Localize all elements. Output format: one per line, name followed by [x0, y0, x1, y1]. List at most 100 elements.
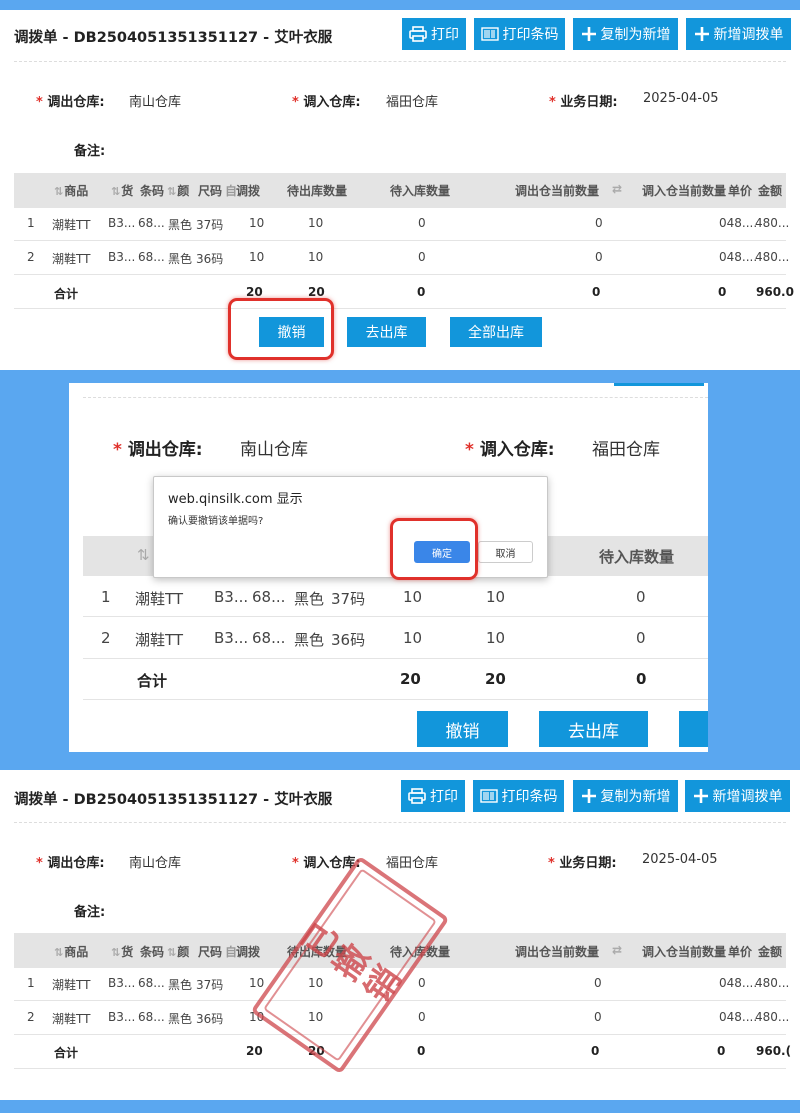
cell-price: 048.... [719, 976, 758, 990]
add-transfer-button[interactable]: 新增调拨单 [686, 18, 791, 50]
col-size: 尺码 [198, 184, 223, 198]
total-in-qty: 0 [718, 285, 727, 299]
row-divider [14, 1034, 786, 1035]
total-pending-in: 0 [417, 285, 426, 299]
cell-transfer[interactable]: 10 [249, 216, 264, 230]
sort-icon: ⇅ [111, 946, 121, 959]
to-warehouse-value[interactable]: 福田仓库 [386, 852, 438, 871]
col-color[interactable]: ⇅颜 [167, 943, 189, 960]
cell-transfer[interactable]: 10 [249, 250, 264, 264]
confirm-dialog: web.qinsilk.com 显示 确认要撤销该单据吗? 确定 取消 [153, 476, 548, 580]
cancel-order-button[interactable]: 撤销 [417, 711, 508, 747]
total-pending-out: 20 [308, 285, 325, 299]
row-divider [83, 616, 708, 617]
all-outbound-button-partial[interactable] [679, 711, 708, 747]
cell-pending-in: 0 [418, 216, 426, 230]
add-transfer-label: 新增调拨单 [712, 789, 783, 805]
row-divider [83, 699, 708, 700]
confirm-dialog-panel: * 调出仓库: 南山仓库 * 调入仓库: 福田仓库 ⇅ 待入库数量 1 潮鞋TT… [69, 383, 708, 752]
from-warehouse-label: * 调出仓库: [36, 95, 105, 110]
from-warehouse-value[interactable]: 南山仓库 [129, 91, 181, 110]
stamp-text: 已撤销 [291, 916, 408, 1015]
col-pending-out: 待出库数量 [287, 184, 348, 198]
cell-product: 潮鞋TT [135, 631, 184, 649]
cell-out-qty: 0 [595, 216, 603, 230]
from-warehouse-value[interactable]: 南山仓库 [240, 435, 308, 460]
cell-transfer[interactable]: 10 [403, 629, 422, 647]
row-divider [14, 274, 786, 275]
sort-icon[interactable]: ⇅ [137, 546, 150, 564]
date-value[interactable]: 2025-04-05 [643, 91, 719, 106]
cell-product: 潮鞋TT [52, 218, 91, 232]
barcode-icon [480, 27, 499, 41]
printer-icon [408, 788, 426, 804]
cell-price: 048.... [719, 250, 758, 264]
col-pending-in: 待入库数量 [599, 548, 675, 566]
col-product[interactable]: ⇅商品 [54, 182, 88, 199]
from-warehouse-value[interactable]: 南山仓库 [129, 852, 181, 871]
total-transfer: 20 [246, 285, 263, 299]
cell-pending-in: 0 [418, 1010, 426, 1024]
swap-icon[interactable]: ⇄ [612, 943, 622, 957]
swap-icon[interactable]: ⇄ [612, 182, 622, 196]
add-transfer-button[interactable]: 新增调拨单 [685, 780, 790, 812]
to-warehouse-label: * 调入仓库: [292, 95, 361, 110]
col-transfer: 调拨 [236, 184, 261, 198]
col-in-qty: 调入仓当前数量 [642, 945, 727, 959]
copy-as-new-button[interactable]: 复制为新增 [573, 780, 678, 812]
to-warehouse-label: * 调入仓库: [465, 440, 555, 460]
total-pending-in: 0 [417, 1044, 426, 1058]
cell-pending-in: 0 [418, 976, 426, 990]
col-sku[interactable]: ⇅货 [111, 182, 133, 199]
cell-size: 36码 [331, 631, 366, 649]
col-out-qty: 调出仓当前数量 [515, 184, 600, 198]
to-warehouse-value[interactable]: 福田仓库 [592, 435, 660, 460]
print-barcode-button[interactable]: 打印条码 [474, 18, 565, 50]
col-color[interactable]: ⇅颜 [167, 182, 189, 199]
cell-amount: 480... [755, 250, 790, 264]
cell-pending-in: 0 [418, 250, 426, 264]
total-transfer: 20 [246, 1044, 263, 1058]
copy-as-new-button[interactable]: 复制为新增 [573, 18, 678, 50]
row-divider [83, 658, 708, 659]
row-index: 1 [101, 588, 111, 606]
print-button[interactable]: 打印 [402, 18, 466, 50]
cell-amount: 480... [755, 1010, 790, 1024]
date-value[interactable]: 2025-04-05 [642, 852, 718, 867]
cell-size: 37码 [196, 218, 224, 232]
go-outbound-button[interactable]: 去出库 [539, 711, 648, 747]
plus-icon [581, 27, 596, 41]
to-warehouse-value[interactable]: 福田仓库 [386, 91, 438, 110]
cell-sku: B3... [108, 216, 136, 230]
cell-color: 黑色 [168, 1012, 193, 1026]
cell-barcode: 68... [138, 216, 165, 230]
cell-price: 048.... [719, 216, 758, 230]
cell-transfer[interactable]: 10 [403, 588, 422, 606]
copy-new-label: 复制为新增 [600, 27, 671, 43]
sort-icon: ⇅ [111, 185, 121, 198]
col-sku[interactable]: ⇅货 [111, 943, 133, 960]
partial-button-edge [614, 383, 704, 386]
all-outbound-button[interactable]: 全部出库 [450, 317, 542, 347]
cell-pending-out: 10 [486, 629, 506, 647]
dialog-origin: web.qinsilk.com 显示 [168, 492, 303, 507]
print-button[interactable]: 打印 [401, 780, 465, 812]
col-product[interactable]: ⇅商品 [54, 943, 88, 960]
cell-product: 潮鞋TT [52, 1012, 91, 1026]
sort-icon: ⇅ [54, 185, 64, 198]
print-barcode-button[interactable]: 打印条码 [473, 780, 564, 812]
total-in-qty: 0 [717, 1044, 726, 1058]
cell-pending-in: 0 [636, 588, 646, 606]
sort-icon: ⇅ [54, 946, 64, 959]
print-barcode-label: 打印条码 [502, 27, 559, 43]
cell-barcode: 68... [252, 588, 286, 606]
row-divider [14, 308, 786, 309]
col-size: 尺码 [198, 945, 223, 959]
dialog-cancel-button[interactable]: 取消 [478, 541, 533, 563]
go-outbound-button[interactable]: 去出库 [347, 317, 426, 347]
total-out-qty: 0 [592, 285, 601, 299]
transfer-order-panel-before: 调拨单 - DB2504051351351127 - 艾叶衣服 打印 打印条码 … [0, 10, 800, 370]
cell-sku: B3... [108, 250, 136, 264]
cell-product: 潮鞋TT [135, 590, 184, 608]
cell-color: 黑色 [168, 978, 193, 992]
